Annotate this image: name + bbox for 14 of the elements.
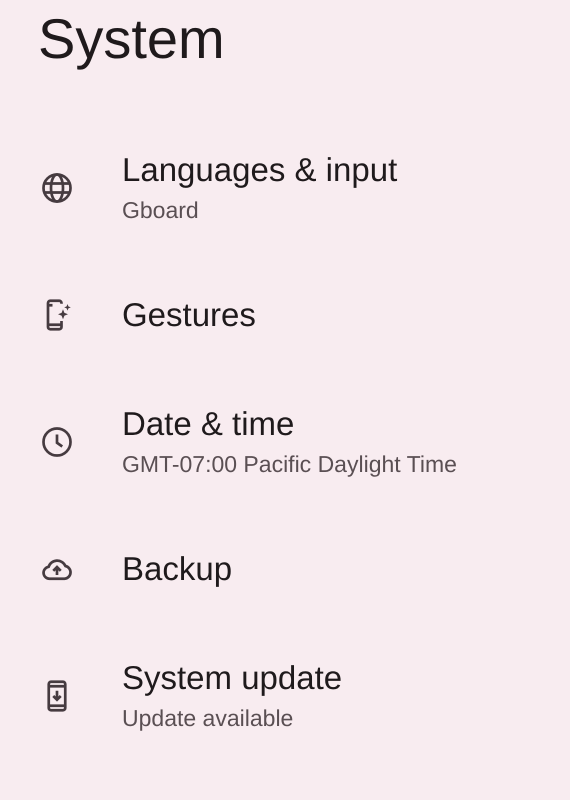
page-title: System xyxy=(37,6,226,72)
item-title: Date & time xyxy=(122,405,296,443)
settings-item[interactable]: Languages & input Gboard xyxy=(0,124,570,251)
item-title: Backup xyxy=(122,550,232,588)
item-subtitle: Gboard xyxy=(122,196,200,224)
item-title: System update xyxy=(122,659,342,697)
settings-item[interactable]: Date & time GMT-07:00 Pacific Daylight Time xyxy=(0,378,570,505)
item-title: Languages & input xyxy=(122,151,398,189)
settings-item[interactable]: System update Update available xyxy=(0,632,570,759)
item-subtitle: GMT-07:00 Pacific Daylight Time xyxy=(122,450,457,478)
settings-item[interactable]: Gestures xyxy=(0,251,570,378)
item-title: Gestures xyxy=(122,296,256,334)
item-subtitle: Update available xyxy=(122,704,294,732)
settings-item[interactable]: Backup xyxy=(0,505,570,632)
